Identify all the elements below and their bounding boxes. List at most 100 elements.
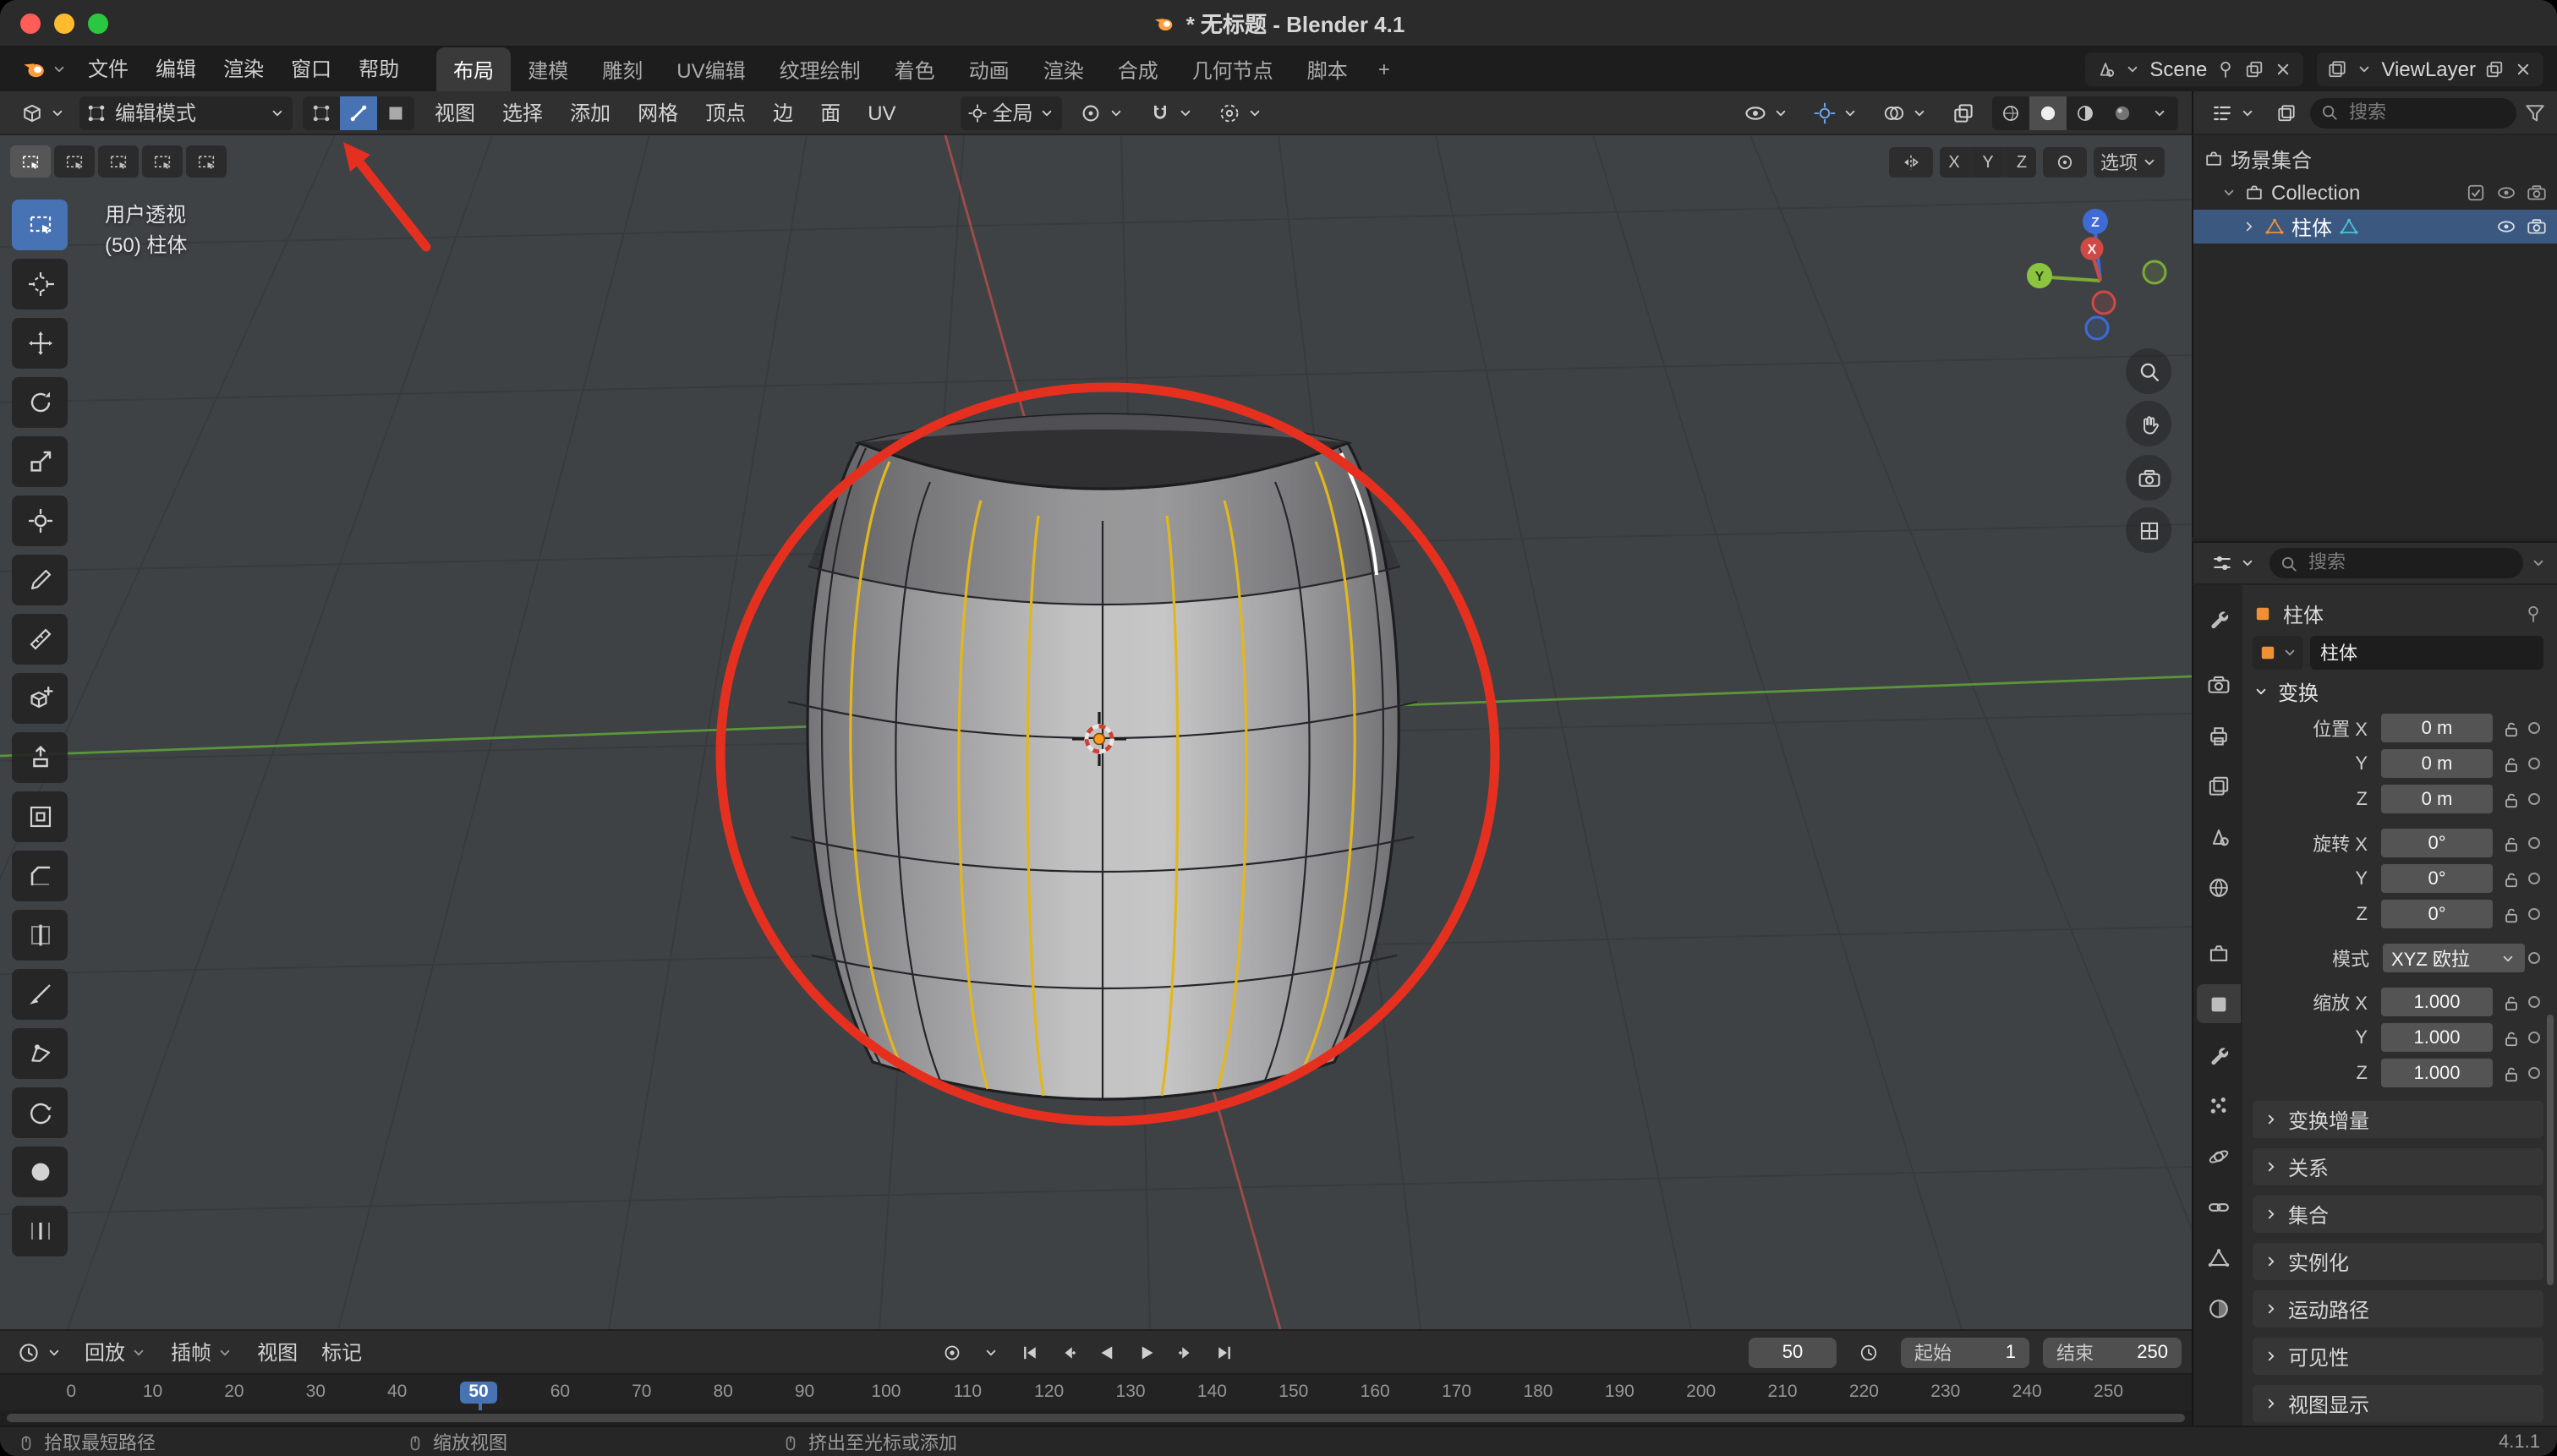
value-field[interactable]: 0 m (2381, 785, 2493, 813)
outliner-row-cylinder[interactable]: 柱体 (2193, 210, 2557, 244)
proportional-edit-button[interactable] (1211, 96, 1270, 129)
tab-constraints[interactable] (2196, 1187, 2240, 1226)
animate-dot[interactable] (2525, 793, 2543, 805)
snap-target-button[interactable] (2043, 147, 2087, 178)
transform-section-header[interactable]: 变换 (2253, 673, 2543, 710)
chevron-down-icon[interactable] (2530, 555, 2547, 572)
value-field[interactable]: 0° (2381, 864, 2493, 893)
auto-keying-button[interactable] (934, 1336, 971, 1370)
tab-world[interactable] (2196, 868, 2240, 906)
navigation-gizmo[interactable]: Z X Y (2023, 196, 2178, 352)
properties-scrollbar[interactable] (2547, 1015, 2554, 1285)
animate-dot[interactable] (2525, 996, 2543, 1008)
next-keyframe-button[interactable] (1167, 1336, 1204, 1370)
panel-section-header[interactable]: 变换增量 (2253, 1101, 2543, 1138)
lock-icon[interactable] (2498, 868, 2525, 889)
tab-material[interactable] (2196, 1289, 2240, 1327)
tab-object[interactable] (2196, 984, 2240, 1023)
animate-dot[interactable] (2525, 1032, 2543, 1043)
animate-dot[interactable] (2525, 908, 2543, 920)
frame-start-field[interactable]: 起始1 (1901, 1337, 2029, 1367)
new-viewlayer-icon[interactable] (2484, 59, 2505, 79)
panel-section-header[interactable]: 视图显示 (2253, 1385, 2543, 1422)
lock-icon[interactable] (2498, 718, 2525, 738)
pin-icon[interactable] (2215, 59, 2236, 79)
outliner-search-input[interactable] (2346, 101, 2506, 124)
titlebar[interactable]: * 无标题 - Blender 4.1 (0, 0, 2557, 47)
timeline-ruler[interactable]: 0 10 20 30 40 50 60 70 80 90 100 11 (0, 1373, 2192, 1410)
chevron-right-icon[interactable] (2241, 218, 2258, 235)
tool-move[interactable] (12, 318, 68, 369)
editor-type-button[interactable] (14, 96, 73, 129)
auto-keying-dropdown[interactable] (972, 1336, 1010, 1370)
jump-to-start-button[interactable] (1011, 1336, 1049, 1370)
orthographic-toggle-button[interactable] (2126, 507, 2171, 553)
panel-section-header[interactable]: 运动路径 (2253, 1290, 2543, 1327)
timeline-menu-item[interactable]: 插帧 (159, 1330, 245, 1374)
tab-data[interactable] (2196, 1238, 2240, 1277)
use-preview-range-button[interactable] (1850, 1335, 1887, 1369)
select-extend-button[interactable] (54, 145, 95, 178)
tool-select-box[interactable] (12, 200, 68, 250)
wireframe-shading-button[interactable] (1992, 96, 2029, 129)
lock-icon[interactable] (2498, 904, 2525, 924)
value-field[interactable]: 1.000 (2381, 1059, 2493, 1087)
select-set-button[interactable] (10, 145, 51, 178)
panel-section-header[interactable]: 实例化 (2253, 1243, 2543, 1280)
tool-extrude-region[interactable] (12, 732, 68, 783)
new-scene-icon[interactable] (2244, 59, 2264, 79)
blender-menu-button[interactable] (14, 56, 74, 83)
tool-bevel[interactable] (12, 851, 68, 901)
lock-icon[interactable] (2498, 833, 2525, 853)
object-browse-button[interactable] (2253, 636, 2303, 670)
menubar-item[interactable]: 文件 (74, 47, 142, 91)
hide-eye-icon[interactable] (2496, 183, 2516, 203)
tool-loop-cut[interactable] (12, 910, 68, 961)
properties-search-field[interactable] (2270, 548, 2523, 578)
tool-smooth[interactable] (12, 1147, 68, 1197)
workspace-tab[interactable]: UV编辑 (660, 47, 762, 91)
tool-rotate[interactable] (12, 377, 68, 428)
tool-add-cube[interactable] (12, 673, 68, 724)
timeline-menu-item[interactable]: 视图 (245, 1330, 309, 1374)
gizmo-x-neg[interactable] (2093, 292, 2115, 314)
scrollbar-handle[interactable] (7, 1414, 2185, 1422)
menubar-item[interactable]: 帮助 (345, 47, 413, 91)
value-field[interactable]: 0 m (2381, 749, 2493, 778)
lock-icon[interactable] (2498, 1063, 2525, 1083)
mirror-axis-button[interactable]: X (1940, 147, 1968, 178)
viewlayer-selector[interactable]: ViewLayer (2317, 52, 2543, 86)
rendered-shading-button[interactable] (2104, 96, 2141, 129)
object-name-field[interactable]: 柱体 (2310, 636, 2543, 670)
outliner-row-scene-collection[interactable]: 场景集合 (2193, 142, 2557, 176)
tab-modifiers[interactable] (2196, 1035, 2240, 1074)
close-window-button[interactable] (20, 14, 41, 34)
maximize-window-button[interactable] (88, 14, 108, 34)
tab-scene[interactable] (2196, 817, 2240, 856)
properties-editor-type-button[interactable] (2204, 546, 2263, 580)
value-field[interactable]: 1.000 (2381, 1023, 2493, 1052)
mode-dropdown[interactable]: 编辑模式 (79, 96, 293, 129)
play-button[interactable] (1128, 1336, 1165, 1370)
viewport-menu-item[interactable]: 选择 (489, 90, 556, 134)
value-field[interactable]: 0° (2381, 900, 2493, 928)
tab-output[interactable] (2196, 715, 2240, 754)
tab-view-layer[interactable] (2196, 766, 2240, 805)
timeline-editor-type-button[interactable] (10, 1335, 69, 1369)
show-object-types-button[interactable] (1737, 96, 1796, 129)
tool-poly-build[interactable] (12, 1028, 68, 1079)
snap-toggle-button[interactable] (1142, 96, 1201, 129)
scene-selector[interactable]: Scene (2085, 52, 2303, 86)
panel-section-header[interactable]: 关系 (2253, 1148, 2543, 1185)
workspace-tab[interactable]: 着色 (878, 47, 952, 91)
panel-section-header[interactable]: 集合 (2253, 1196, 2543, 1233)
select-subtract-button[interactable] (98, 145, 139, 178)
panel-section-header[interactable]: 可见性 (2253, 1338, 2543, 1375)
filter-icon[interactable] (2523, 101, 2547, 124)
cylinder-mesh[interactable] (788, 414, 1417, 1099)
workspace-tab[interactable]: 动画 (952, 47, 1027, 91)
jump-to-end-button[interactable] (1206, 1336, 1243, 1370)
mirror-axis-button[interactable]: Z (2007, 147, 2036, 178)
animate-dot[interactable] (2525, 1067, 2543, 1079)
face-select-button[interactable] (377, 96, 414, 129)
